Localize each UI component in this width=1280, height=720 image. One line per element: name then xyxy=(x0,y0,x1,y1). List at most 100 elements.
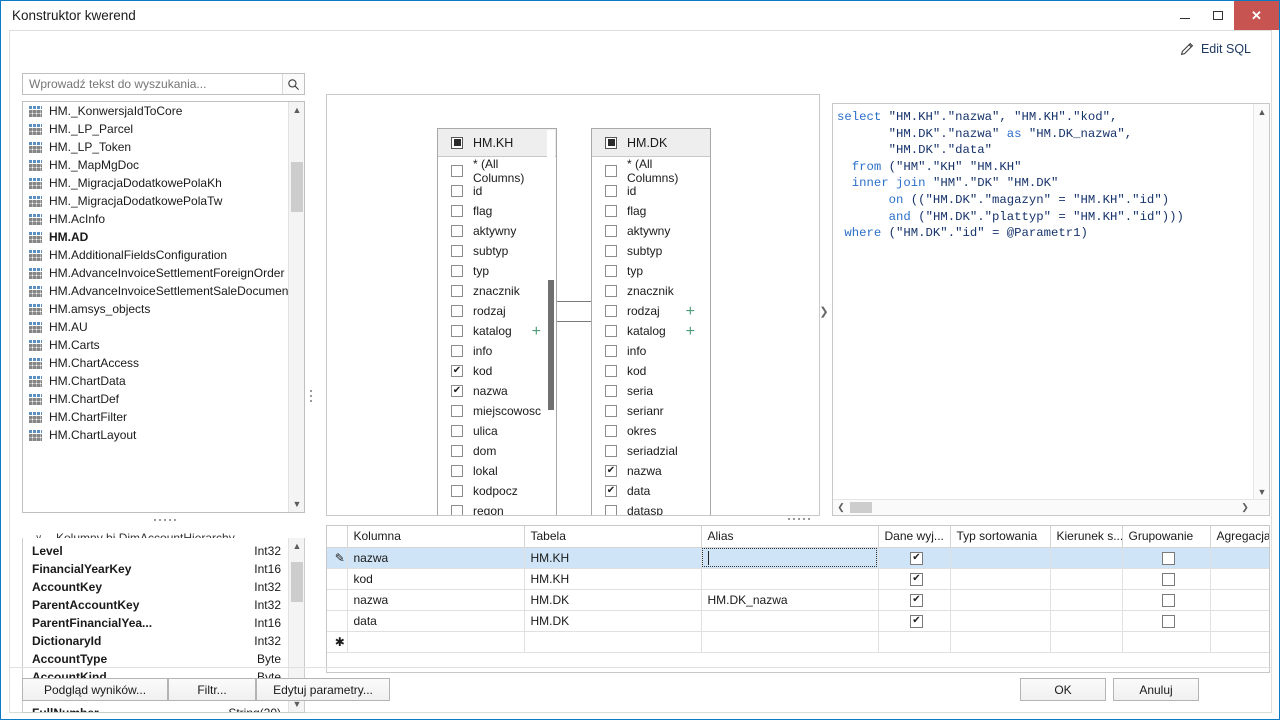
field-checkbox[interactable] xyxy=(605,385,617,397)
grid-header-dane-wyj[interactable]: Dane wyj... xyxy=(878,526,950,547)
table-row[interactable]: ✱ xyxy=(327,631,1270,652)
cell-kolumna[interactable]: data xyxy=(347,610,524,631)
field-checkbox[interactable] xyxy=(451,285,463,297)
field-checkbox[interactable] xyxy=(605,165,617,177)
table-row[interactable]: ✎nazwaHM.KH✔ xyxy=(327,547,1270,568)
scroll-right-icon[interactable]: ❯ xyxy=(1237,500,1253,515)
scroll-down-icon[interactable]: ▼ xyxy=(1254,484,1270,499)
field-checkbox[interactable]: ✔ xyxy=(451,365,463,377)
scrollbar-thumb[interactable] xyxy=(548,280,554,410)
diagram-field-row[interactable]: typ xyxy=(438,261,547,281)
diagram-field-row[interactable]: katalog+ xyxy=(438,321,547,341)
grid-header-kolumna[interactable]: Kolumna xyxy=(347,526,524,547)
diagram-table-scrollbar[interactable] xyxy=(547,130,555,516)
table-list-item[interactable]: HM.AU xyxy=(23,318,288,336)
diagram-field-row[interactable]: flag xyxy=(592,201,701,221)
field-checkbox[interactable]: ✔ xyxy=(605,465,617,477)
ok-button[interactable]: OK xyxy=(1020,678,1106,701)
diagram-field-row[interactable]: * (All Columns) xyxy=(592,161,701,181)
field-checkbox[interactable] xyxy=(605,285,617,297)
cell-grupowanie[interactable] xyxy=(1122,568,1210,589)
field-checkbox[interactable] xyxy=(451,325,463,337)
field-checkbox[interactable] xyxy=(605,325,617,337)
diagram-field-row[interactable]: kodpocz xyxy=(438,481,547,501)
cell-kolumna[interactable] xyxy=(347,631,524,652)
cell-agregacja[interactable] xyxy=(1210,547,1270,568)
field-checkbox[interactable] xyxy=(451,185,463,197)
table-list-item[interactable]: HM.ChartData xyxy=(23,372,288,390)
minimize-button[interactable] xyxy=(1168,1,1201,30)
diagram-field-row[interactable]: aktywny xyxy=(592,221,701,241)
diagram-field-row[interactable]: id xyxy=(438,181,547,201)
diagram-field-row[interactable]: subtyp xyxy=(592,241,701,261)
grid-header-typ-sortowania[interactable]: Typ sortowania xyxy=(950,526,1050,547)
table-list[interactable]: HM._KonwersjaIdToCoreHM._LP_ParcelHM._LP… xyxy=(22,101,305,513)
scroll-up-icon[interactable]: ▲ xyxy=(289,538,305,554)
table-list-item[interactable]: HM._KonwersjaIdToCore xyxy=(23,102,288,120)
table-list-item[interactable]: HM._MapMgDoc xyxy=(23,156,288,174)
edit-parameters-button[interactable]: Edytuj parametry... xyxy=(256,678,390,701)
sql-horizontal-scrollbar[interactable]: ❮ ❯ xyxy=(833,499,1269,515)
table-list-item[interactable]: HM.AdvanceInvoiceSettlementSaleDocument xyxy=(23,282,288,300)
diagram-field-row[interactable]: ✔data xyxy=(592,481,701,501)
cell-agregacja[interactable] xyxy=(1210,568,1270,589)
sql-vertical-scrollbar[interactable]: ▲ ▼ xyxy=(1253,104,1269,499)
diagram-field-row[interactable]: regon xyxy=(438,501,547,516)
table-list-item[interactable]: HM.amsys_objects xyxy=(23,300,288,318)
query-columns-grid[interactable]: Kolumna Tabela Alias Dane wyj... Typ sor… xyxy=(326,525,1270,673)
cell-dane-wyj[interactable]: ✔ xyxy=(878,568,950,589)
table-row[interactable]: dataHM.DK✔ xyxy=(327,610,1270,631)
field-checkbox[interactable] xyxy=(605,225,617,237)
output-checkbox[interactable]: ✔ xyxy=(910,552,923,565)
column-list-item[interactable]: LevelInt32 xyxy=(23,542,288,560)
field-checkbox[interactable] xyxy=(605,505,617,516)
field-checkbox[interactable] xyxy=(451,225,463,237)
field-checkbox[interactable] xyxy=(451,505,463,516)
diagram-field-row[interactable]: kod xyxy=(592,361,701,381)
cell-grupowanie[interactable] xyxy=(1122,547,1210,568)
field-checkbox[interactable] xyxy=(605,345,617,357)
table-select-checkbox[interactable] xyxy=(605,137,617,149)
cell-grupowanie[interactable] xyxy=(1122,631,1210,652)
cell-alias[interactable] xyxy=(701,547,878,568)
output-checkbox[interactable]: ✔ xyxy=(910,594,923,607)
diagram-field-row[interactable]: serianr xyxy=(592,401,701,421)
cell-tabela[interactable]: HM.DK xyxy=(524,589,701,610)
cell-kolumna[interactable]: kod xyxy=(347,568,524,589)
scroll-up-icon[interactable]: ▲ xyxy=(1254,104,1270,119)
row-indicator[interactable] xyxy=(327,610,347,631)
group-checkbox[interactable] xyxy=(1162,615,1175,628)
diagram-field-row[interactable]: ✔kod xyxy=(438,361,547,381)
field-checkbox[interactable] xyxy=(605,305,617,317)
diagram-table-header[interactable]: HM.DK xyxy=(592,129,710,157)
preview-results-button[interactable]: Podgląd wyników... xyxy=(22,678,168,701)
join-add-icon[interactable]: + xyxy=(686,304,695,320)
join-add-icon[interactable]: + xyxy=(532,324,541,340)
diagram-table-box[interactable]: HM.KH* (All Columns)idflagaktywnysubtypt… xyxy=(437,128,557,516)
table-list-item[interactable]: HM.ChartDef xyxy=(23,390,288,408)
scrollbar-thumb[interactable] xyxy=(850,502,872,513)
table-row[interactable]: nazwaHM.DKHM.DK_nazwa✔ xyxy=(327,589,1270,610)
cell-alias[interactable] xyxy=(701,610,878,631)
diagram-table-header[interactable]: HM.KH xyxy=(438,129,556,157)
group-checkbox[interactable] xyxy=(1162,594,1175,607)
scroll-left-icon[interactable]: ❮ xyxy=(833,500,849,515)
table-list-item[interactable]: HM.ChartAccess xyxy=(23,354,288,372)
table-list-item[interactable]: HM._MigracjaDodatkowePolaKh xyxy=(23,174,288,192)
column-list-item[interactable]: DictionaryIdInt32 xyxy=(23,632,288,650)
table-list-item[interactable]: HM.AdditionalFieldsConfiguration xyxy=(23,246,288,264)
diagram-field-row[interactable]: id xyxy=(592,181,701,201)
cell-kierunek-s[interactable] xyxy=(1050,631,1122,652)
cell-alias[interactable]: HM.DK_nazwa xyxy=(701,589,878,610)
diagram-field-row[interactable]: miejscowosc xyxy=(438,401,547,421)
cell-alias[interactable] xyxy=(701,568,878,589)
row-indicator[interactable] xyxy=(327,568,347,589)
table-list-item[interactable]: HM.AcInfo xyxy=(23,210,288,228)
search-button[interactable] xyxy=(282,74,304,94)
cell-dane-wyj[interactable]: ✔ xyxy=(878,547,950,568)
table-list-item[interactable]: HM._LP_Parcel xyxy=(23,120,288,138)
field-checkbox[interactable] xyxy=(451,165,463,177)
row-indicator[interactable] xyxy=(327,589,347,610)
cell-agregacja[interactable] xyxy=(1210,589,1270,610)
diagram-field-row[interactable]: znacznik xyxy=(592,281,701,301)
